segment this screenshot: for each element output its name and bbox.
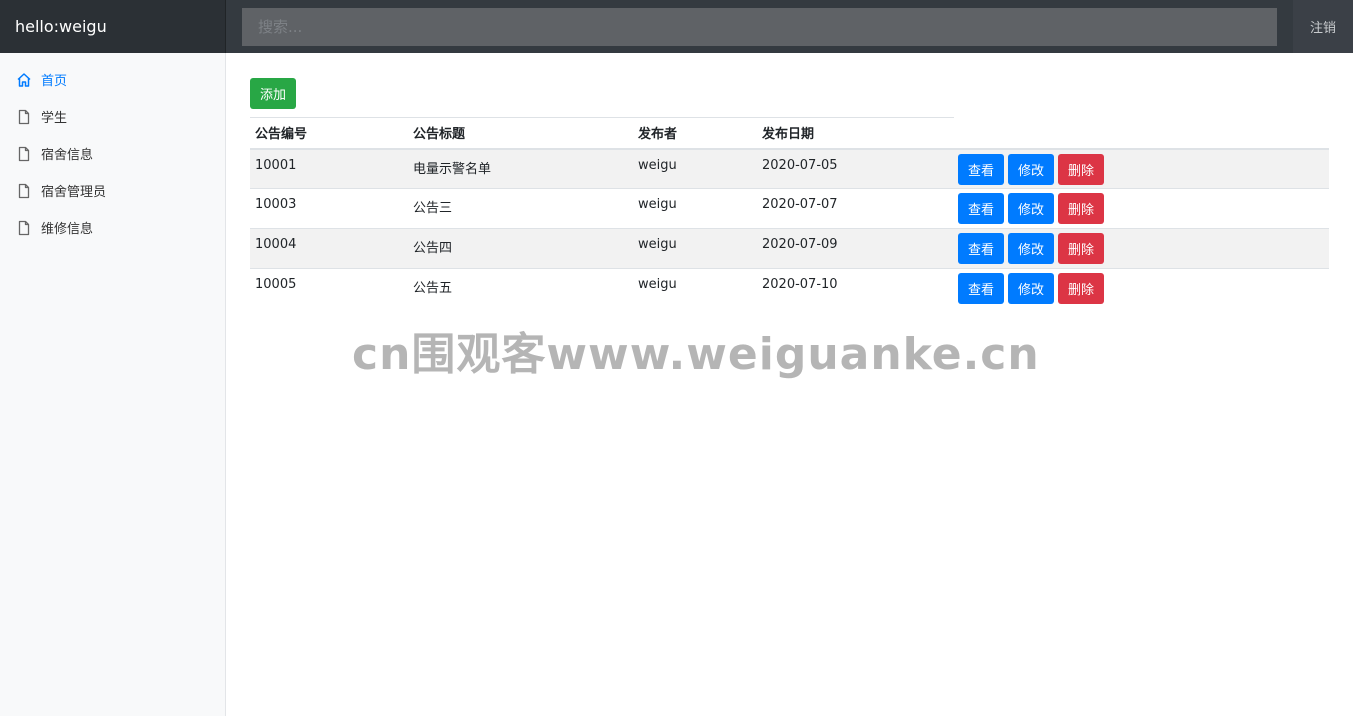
file-icon — [18, 146, 30, 161]
view-button[interactable]: 查看 — [958, 273, 1004, 304]
cell-actions: 查看 修改 删除 — [954, 268, 1329, 309]
sidebar-item-dorm-info[interactable]: 宿舍信息 — [0, 135, 225, 172]
column-header-actions — [954, 117, 1329, 150]
sidebar-item-label: 首页 — [41, 74, 68, 89]
delete-button[interactable]: 删除 — [1058, 153, 1104, 185]
cell-date: 2020-07-10 — [757, 268, 954, 309]
cell-publisher: weigu — [633, 188, 757, 229]
delete-button[interactable]: 删除 — [1058, 273, 1104, 304]
cell-id: 10005 — [250, 268, 408, 309]
cell-actions: 查看 修改 删除 — [954, 188, 1329, 229]
file-icon — [18, 183, 30, 198]
cell-title: 公告四 — [408, 228, 633, 269]
delete-button[interactable]: 删除 — [1058, 193, 1104, 224]
sidebar-item-repair-info[interactable]: 维修信息 — [0, 209, 225, 246]
cell-actions: 查看 修改 删除 — [954, 228, 1329, 269]
watermark: cn围观客www.weiguanke.cn — [352, 329, 1040, 380]
top-navbar: hello:weigu 注销 — [0, 0, 1353, 53]
sidebar-item-label: 宿舍管理员 — [41, 185, 107, 200]
cell-id: 10001 — [250, 148, 408, 189]
cell-actions: 查看 修改 删除 — [954, 148, 1329, 189]
view-button[interactable]: 查看 — [958, 193, 1004, 224]
cell-publisher: weigu — [633, 228, 757, 269]
sidebar-item-label: 宿舍信息 — [41, 148, 94, 163]
sidebar: 首页 学生 宿舍信息 宿舍管理员 维修信息 — [0, 53, 226, 716]
sidebar-item-home[interactable]: 首页 — [0, 61, 225, 98]
column-header-date: 发布日期 — [757, 117, 954, 150]
sidebar-item-label: 维修信息 — [41, 222, 94, 237]
cell-publisher: weigu — [633, 148, 757, 189]
home-icon — [17, 72, 31, 87]
edit-button[interactable]: 修改 — [1008, 273, 1054, 304]
logout-button[interactable]: 注销 — [1293, 0, 1353, 53]
search-input[interactable] — [242, 7, 1277, 46]
cell-publisher: weigu — [633, 268, 757, 309]
cell-title: 公告五 — [408, 268, 633, 309]
sidebar-item-students[interactable]: 学生 — [0, 98, 225, 135]
table-row: 10005 公告五 weigu 2020-07-10 查看 修改 删除 — [250, 268, 1329, 309]
table-row: 10003 公告三 weigu 2020-07-07 查看 修改 删除 — [250, 188, 1329, 229]
column-header-title: 公告标题 — [408, 117, 633, 150]
file-icon — [18, 109, 30, 124]
table-row: 10004 公告四 weigu 2020-07-09 查看 修改 删除 — [250, 228, 1329, 269]
cell-id: 10004 — [250, 228, 408, 269]
column-header-publisher: 发布者 — [633, 117, 757, 150]
cell-id: 10003 — [250, 188, 408, 229]
brand-title[interactable]: hello:weigu — [0, 0, 226, 53]
cell-date: 2020-07-09 — [757, 228, 954, 269]
column-header-id: 公告编号 — [250, 117, 408, 150]
announcement-table: 公告编号 公告标题 发布者 发布日期 10001 电量示警名单 weigu 20… — [250, 117, 1329, 309]
edit-button[interactable]: 修改 — [1008, 233, 1054, 264]
edit-button[interactable]: 修改 — [1008, 153, 1054, 185]
view-button[interactable]: 查看 — [958, 233, 1004, 264]
cell-date: 2020-07-05 — [757, 148, 954, 189]
view-button[interactable]: 查看 — [958, 153, 1004, 185]
main-content: 添加 公告编号 公告标题 发布者 发布日期 10001 电量示警名单 weigu… — [250, 78, 1330, 309]
sidebar-item-dorm-managers[interactable]: 宿舍管理员 — [0, 172, 225, 209]
search-container — [226, 7, 1293, 46]
delete-button[interactable]: 删除 — [1058, 233, 1104, 264]
table-row: 10001 电量示警名单 weigu 2020-07-05 查看 修改 删除 — [250, 148, 1329, 189]
add-button[interactable]: 添加 — [250, 78, 296, 109]
sidebar-item-label: 学生 — [41, 111, 68, 126]
cell-title: 公告三 — [408, 188, 633, 229]
edit-button[interactable]: 修改 — [1008, 193, 1054, 224]
cell-date: 2020-07-07 — [757, 188, 954, 229]
file-icon — [18, 220, 30, 235]
cell-title: 电量示警名单 — [408, 148, 633, 189]
table-header-row: 公告编号 公告标题 发布者 发布日期 — [250, 117, 1329, 150]
